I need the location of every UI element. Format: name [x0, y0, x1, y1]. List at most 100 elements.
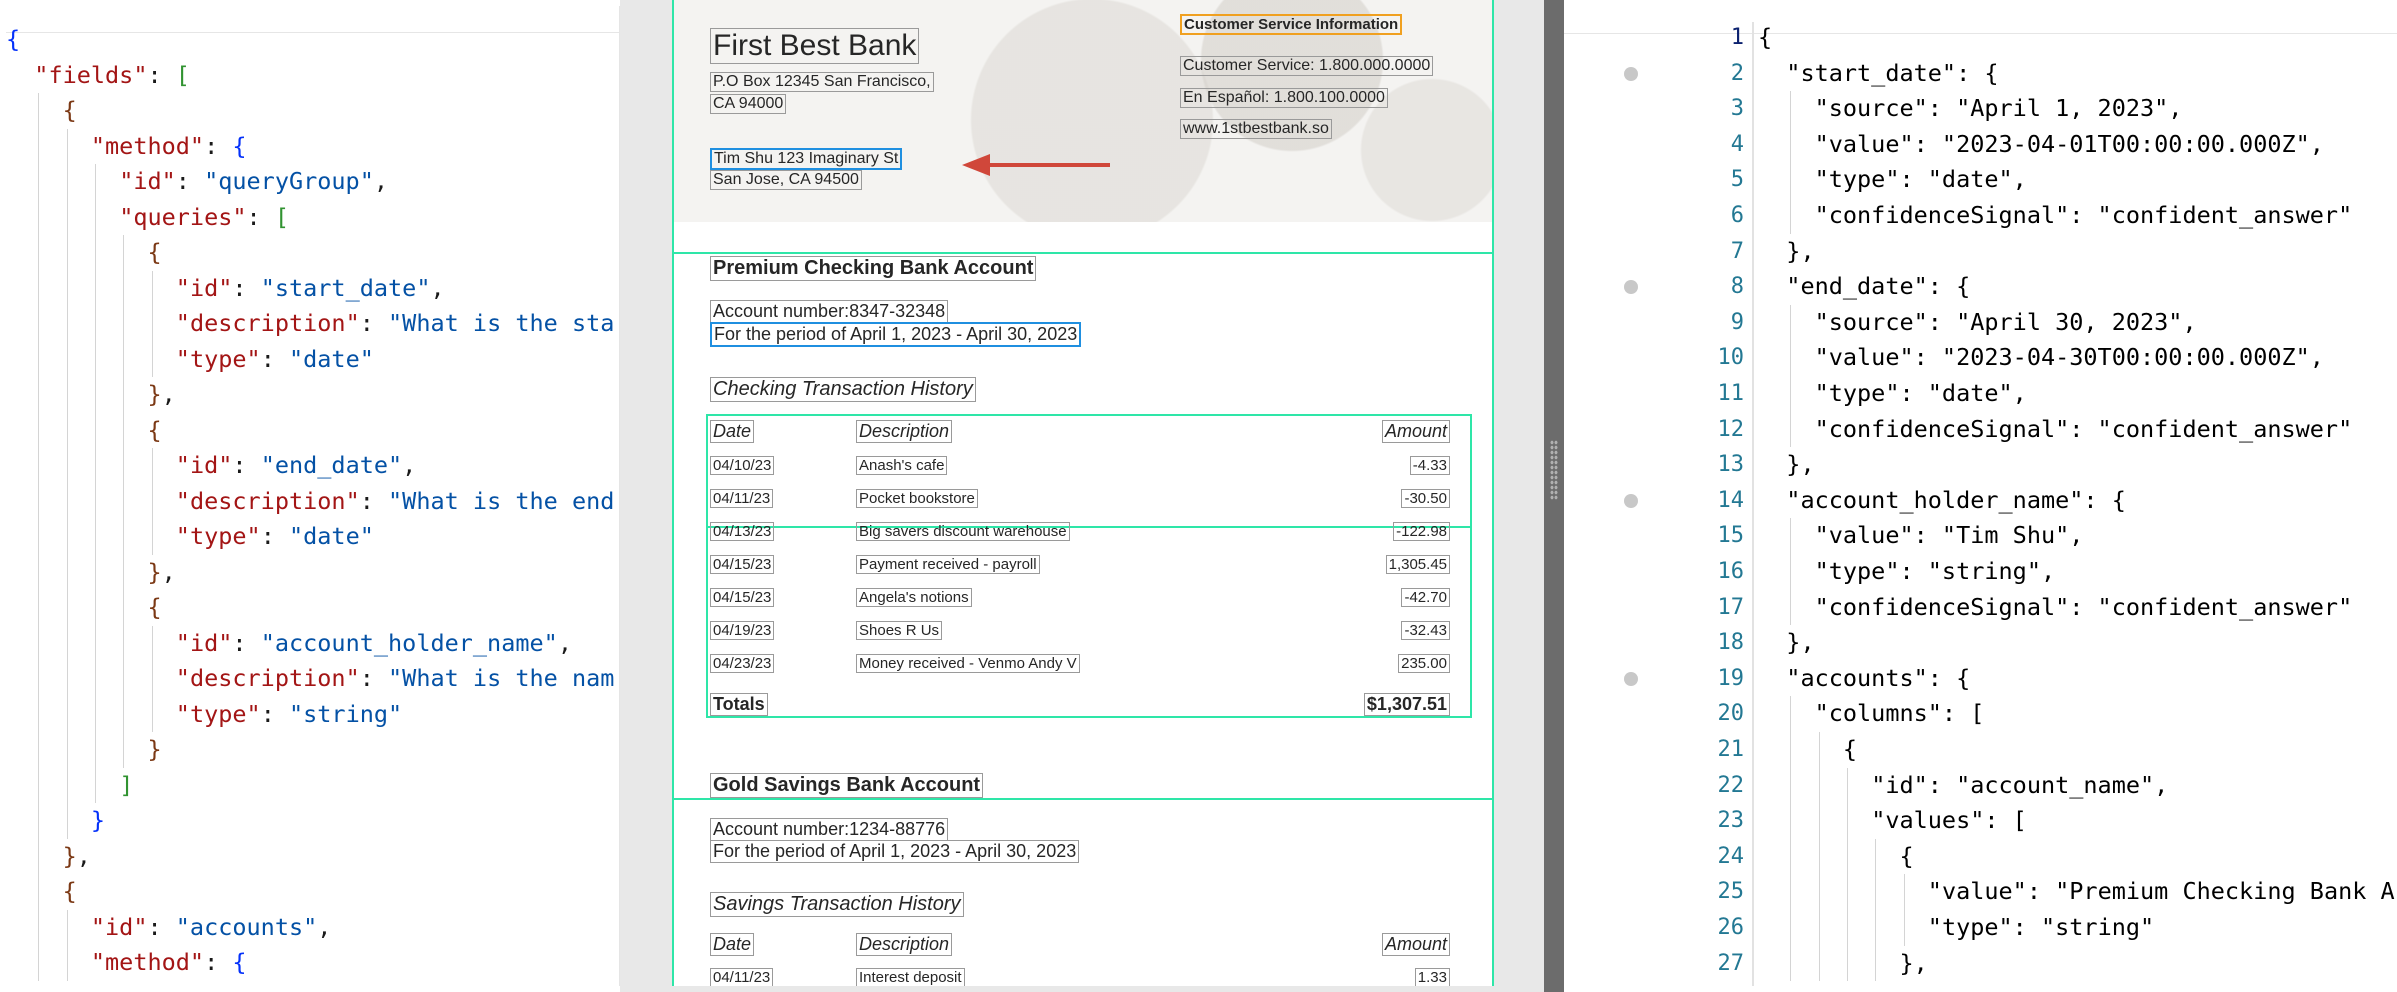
code-line[interactable]: },	[6, 838, 91, 874]
indent-guide	[1790, 874, 1792, 910]
code-line[interactable]: "type": "date",	[1752, 162, 2027, 198]
code-line[interactable]: {	[6, 22, 20, 58]
code-line[interactable]: "value": "2023-04-01T00:00:00.000Z",	[1752, 126, 2324, 163]
code-line[interactable]: {	[6, 93, 77, 129]
code-line[interactable]: },	[1752, 945, 1928, 982]
indent-guide	[94, 519, 96, 555]
code-line[interactable]: "columns": [	[1752, 696, 1984, 732]
code-line[interactable]: "confidenceSignal": "confident_answer"	[1752, 198, 2352, 234]
line-number: 13	[1717, 452, 1745, 478]
code-line[interactable]: ]	[6, 767, 133, 803]
right-resize-handle[interactable]	[1550, 440, 1558, 500]
code-line[interactable]: "type": "string",	[1752, 554, 2055, 590]
checking-row-amount: -42.70	[1401, 588, 1450, 607]
code-line[interactable]: "fields": [	[6, 58, 190, 94]
savings-col-amount: Amount	[1381, 933, 1450, 956]
code-line[interactable]: "start_date": {	[1752, 56, 1998, 92]
code-text: "columns": [	[1814, 699, 1985, 728]
checking-row-desc: Payment received - payroll	[856, 555, 1040, 574]
extraction-result-editor[interactable]: 1 {2 "start_date": {3 "source": "April 1, 2…	[1564, 6, 2397, 986]
code-line[interactable]: "value": "Tim Shu",	[1752, 518, 2083, 554]
code-line[interactable]: "type": "string"	[1752, 910, 2154, 946]
indent-guide	[123, 483, 125, 519]
breakpoint-dot-icon[interactable]	[1624, 493, 1638, 508]
code-line[interactable]: "method": {	[6, 945, 247, 981]
code-line[interactable]: },	[1752, 447, 1814, 483]
code-line[interactable]: "confidenceSignal": "confident_answer"	[1752, 589, 2352, 626]
checking-totals-label: Totals	[710, 693, 768, 716]
code-line[interactable]: {	[1752, 732, 1857, 768]
code-line[interactable]: "id": "accounts",	[6, 909, 331, 945]
indent-guide	[94, 767, 96, 803]
code-line[interactable]: "method": {	[6, 128, 247, 164]
code-line[interactable]: "type": "date"	[6, 341, 374, 377]
indent-guide	[38, 341, 40, 377]
line-number: 14	[1717, 487, 1745, 513]
document-viewer[interactable]: First Best Bank P.O Box 12345 San Franci…	[620, 0, 1544, 992]
code-token: "What is the sta	[388, 309, 615, 337]
code-line[interactable]: },	[1752, 234, 1815, 270]
code-line[interactable]: {	[6, 874, 77, 910]
code-line[interactable]: "source": "April 1, 2023",	[1752, 91, 2182, 127]
code-token: "What is the end	[388, 486, 615, 515]
code-line[interactable]: "type": "string"	[6, 696, 402, 732]
code-text: "type": "date",	[1814, 379, 2027, 407]
code-line[interactable]: {	[6, 412, 162, 448]
code-line[interactable]: },	[1752, 625, 1814, 661]
right-resize-bar[interactable]	[1544, 0, 1564, 992]
code-line[interactable]: },	[6, 554, 176, 590]
code-line[interactable]: "id": "start_date",	[6, 270, 445, 306]
code-line[interactable]: "id": "queryGroup",	[6, 164, 388, 200]
bank-address-line-2: CA 94000	[710, 94, 787, 114]
region-divider-bottom	[672, 798, 1494, 800]
breakpoint-dot-icon[interactable]	[1624, 671, 1638, 686]
code-line[interactable]: }	[6, 732, 162, 768]
code-line[interactable]: "end_date": {	[1752, 269, 1970, 305]
code-line[interactable]: "confidenceSignal": "confident_answer"	[1752, 411, 2352, 448]
code-line[interactable]: "id": "account_holder_name",	[6, 625, 572, 661]
code-line[interactable]: "value": "2023-04-30T00:00:00.000Z",	[1752, 340, 2324, 376]
code-line[interactable]: "type": "date",	[1752, 376, 2027, 412]
indent-guide	[38, 270, 40, 306]
code-line[interactable]: "queries": [	[6, 199, 289, 235]
code-line[interactable]: "id": "end_date",	[6, 448, 416, 484]
breakpoint-dot-icon[interactable]	[1624, 66, 1638, 81]
code-line[interactable]: "source": "April 30, 2023",	[1752, 304, 2197, 341]
indent-guide	[123, 377, 125, 413]
line-number: 8	[1730, 274, 1744, 300]
code-line[interactable]: "values": [	[1752, 803, 2027, 839]
indent-guide	[38, 803, 40, 839]
code-line[interactable]: {	[1752, 838, 1914, 875]
indent-guide	[1818, 803, 1820, 839]
checking-table-split	[706, 526, 1472, 528]
code-line[interactable]: "id": "account_name",	[1752, 767, 2168, 804]
code-line[interactable]: "accounts": {	[1752, 661, 1970, 697]
indent-guide	[1790, 589, 1792, 626]
indent-guide	[1846, 910, 1848, 946]
code-line[interactable]: "value": "Premium Checking Bank A	[1752, 874, 2395, 910]
indent-guide	[94, 696, 96, 732]
indent-guide	[1903, 910, 1905, 946]
code-line[interactable]: "account_holder_name": {	[1752, 483, 2126, 519]
code-text: },	[1786, 236, 1815, 265]
checking-row-desc: Big savers discount warehouse	[856, 522, 1070, 541]
indent-guide	[38, 661, 40, 697]
indent-guide	[1790, 376, 1792, 412]
code-line[interactable]: "description": "What is the end	[6, 483, 615, 519]
code-line[interactable]: "type": "date"	[6, 519, 374, 555]
indent-guide	[1790, 198, 1792, 234]
indent-guide	[66, 803, 68, 839]
spanish-phone: En Español: 1.800.100.0000	[1180, 88, 1388, 108]
line-number: 9	[1730, 309, 1744, 335]
code-line[interactable]: "description": "What is the sta	[6, 306, 614, 342]
code-line[interactable]: "description": "What is the nam	[6, 661, 614, 697]
code-token: "id"	[90, 912, 148, 941]
code-line[interactable]: {	[6, 235, 162, 271]
code-token: "queryGroup"	[204, 167, 374, 195]
code-line[interactable]: {	[6, 590, 162, 626]
code-line[interactable]: },	[6, 377, 176, 413]
request-json-editor[interactable]: {"fields": [{"method": {"id": "queryGrou…	[6, 6, 620, 986]
code-line[interactable]: {	[1752, 20, 1772, 56]
line-number: 22	[1717, 772, 1745, 798]
code-line[interactable]: }	[6, 803, 105, 839]
